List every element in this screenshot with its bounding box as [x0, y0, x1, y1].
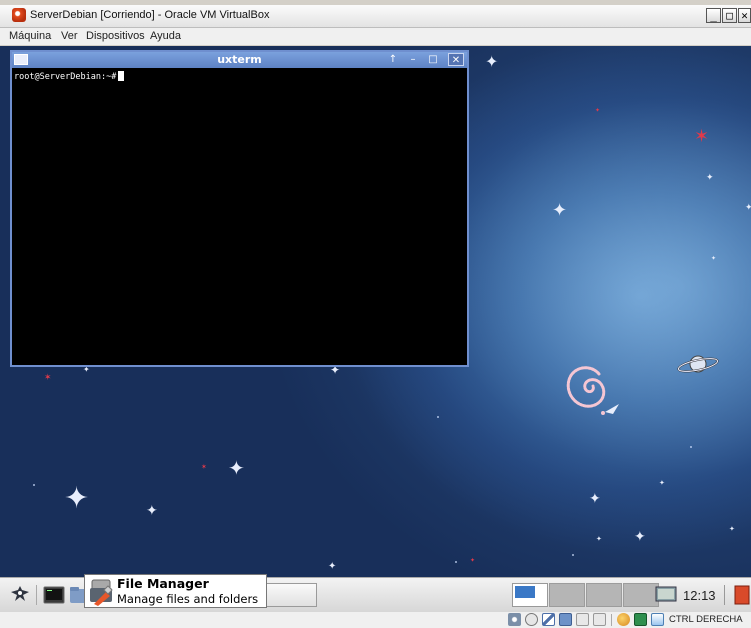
star-decoration: ✦ [706, 173, 714, 183]
star-decoration: ✦ [328, 561, 337, 572]
star-dot [455, 561, 457, 563]
menubar: Máquina Ver Dispositivos Ayuda [0, 28, 751, 45]
terminal-titlebar[interactable]: uxterm ↑ – □ ✕ [12, 52, 467, 68]
host-key-label: CTRL DERECHA [669, 614, 743, 625]
terminal-output[interactable]: root@ServerDebian:~# [12, 68, 467, 365]
menu-ver[interactable]: Ver [61, 30, 78, 42]
tooltip: File Manager Manage files and folders [84, 574, 267, 608]
workspace-4[interactable] [623, 583, 659, 607]
shell-prompt-line: root@ServerDebian:~# [14, 71, 125, 82]
window-titlebar: ServerDebian [Corriendo] - Oracle VM Vir… [0, 5, 751, 28]
workspace-3[interactable] [586, 583, 622, 607]
star-decoration: ✦ [729, 525, 735, 533]
panel-separator [724, 585, 725, 605]
tooltip-description: Manage files and folders [117, 592, 259, 606]
star-decoration: ✦ [64, 481, 90, 516]
window-title: ServerDebian [Corriendo] - Oracle VM Vir… [30, 9, 270, 21]
terminal-minimize-button[interactable]: – [405, 53, 421, 66]
star-dot [572, 554, 574, 556]
app-menu-icon[interactable] [8, 583, 32, 607]
panel-clock[interactable]: 12:13 [683, 588, 716, 603]
planet-decoration [677, 355, 719, 373]
star-decoration: ✦ [485, 52, 499, 71]
star-decoration: ✦ [228, 456, 245, 480]
shared-folders-icon[interactable] [576, 613, 589, 626]
menu-ayuda[interactable]: Ayuda [150, 30, 181, 42]
star-decoration: ✶ [44, 373, 52, 383]
star-decoration: ✦ [83, 365, 90, 374]
star-dot [33, 484, 35, 486]
star-decoration: ✶ [694, 126, 710, 147]
menu-dispositivos[interactable]: Dispositivos [86, 30, 145, 42]
maximize-button[interactable]: □ [722, 8, 737, 23]
hard-disk-icon[interactable] [508, 613, 521, 626]
shade-button[interactable]: ↑ [385, 53, 401, 66]
logout-icon[interactable] [732, 584, 751, 606]
terminal-window[interactable]: uxterm ↑ – □ ✕ root@ServerDebian:~# [10, 50, 469, 367]
star-decoration: ✦ [589, 491, 601, 507]
star-dot [437, 416, 439, 418]
mouse-integration-icon[interactable] [617, 613, 630, 626]
workspace-2[interactable] [549, 583, 585, 607]
terminal-launcher-icon[interactable] [42, 583, 66, 607]
star-decoration: ✦ [711, 255, 717, 262]
tooltip-title: File Manager [117, 576, 209, 591]
terminal-maximize-button[interactable]: □ [425, 53, 441, 66]
star-decoration: ✦ [552, 200, 568, 221]
close-button[interactable]: ✕ [738, 8, 751, 23]
virtualbox-icon [12, 8, 26, 22]
file-manager-icon [90, 579, 113, 606]
shell-prompt: root@ServerDebian:~# [14, 72, 117, 82]
cpu-virtualization-icon[interactable] [634, 613, 647, 626]
keyboard-capture-icon[interactable] [651, 613, 664, 626]
star-decoration: ✦ [595, 107, 601, 114]
optical-drive-icon[interactable] [525, 613, 538, 626]
minimize-button[interactable]: _ [706, 8, 721, 23]
debian-swirl-logo [566, 366, 619, 415]
star-decoration: ✦ [659, 479, 665, 487]
star-decoration: ✦ [745, 203, 751, 213]
vbox-statusbar: CTRL DERECHA [0, 612, 751, 628]
workspace-window-thumb [515, 586, 535, 598]
display-status-icon[interactable] [593, 613, 606, 626]
workspace-1[interactable] [512, 583, 548, 607]
status-separator [611, 614, 612, 626]
star-decoration: ✦ [596, 535, 602, 543]
usb-icon[interactable] [542, 613, 555, 626]
terminal-close-button[interactable]: ✕ [448, 53, 464, 66]
star-decoration: ✦ [634, 529, 646, 545]
star-dot [690, 446, 692, 448]
taskbar-window-button[interactable] [265, 583, 317, 607]
star-decoration: ✦ [146, 503, 158, 519]
menu-maquina[interactable]: Máquina [9, 30, 51, 42]
network-icon[interactable] [559, 613, 572, 626]
star-decoration: ✦ [470, 557, 476, 564]
text-cursor [118, 71, 125, 81]
display-icon[interactable] [655, 586, 677, 604]
guest-desktop[interactable]: ✦ ✶ ✦ ✦ ✦ ✦ ✦ ✶ ✦ ✦ ✶ ✦ ✦ ✦ ✦ ✦ ✦ ✦ ✦ ✦ … [0, 46, 751, 612]
panel-separator [36, 585, 37, 605]
star-decoration: ✶ [201, 463, 207, 471]
